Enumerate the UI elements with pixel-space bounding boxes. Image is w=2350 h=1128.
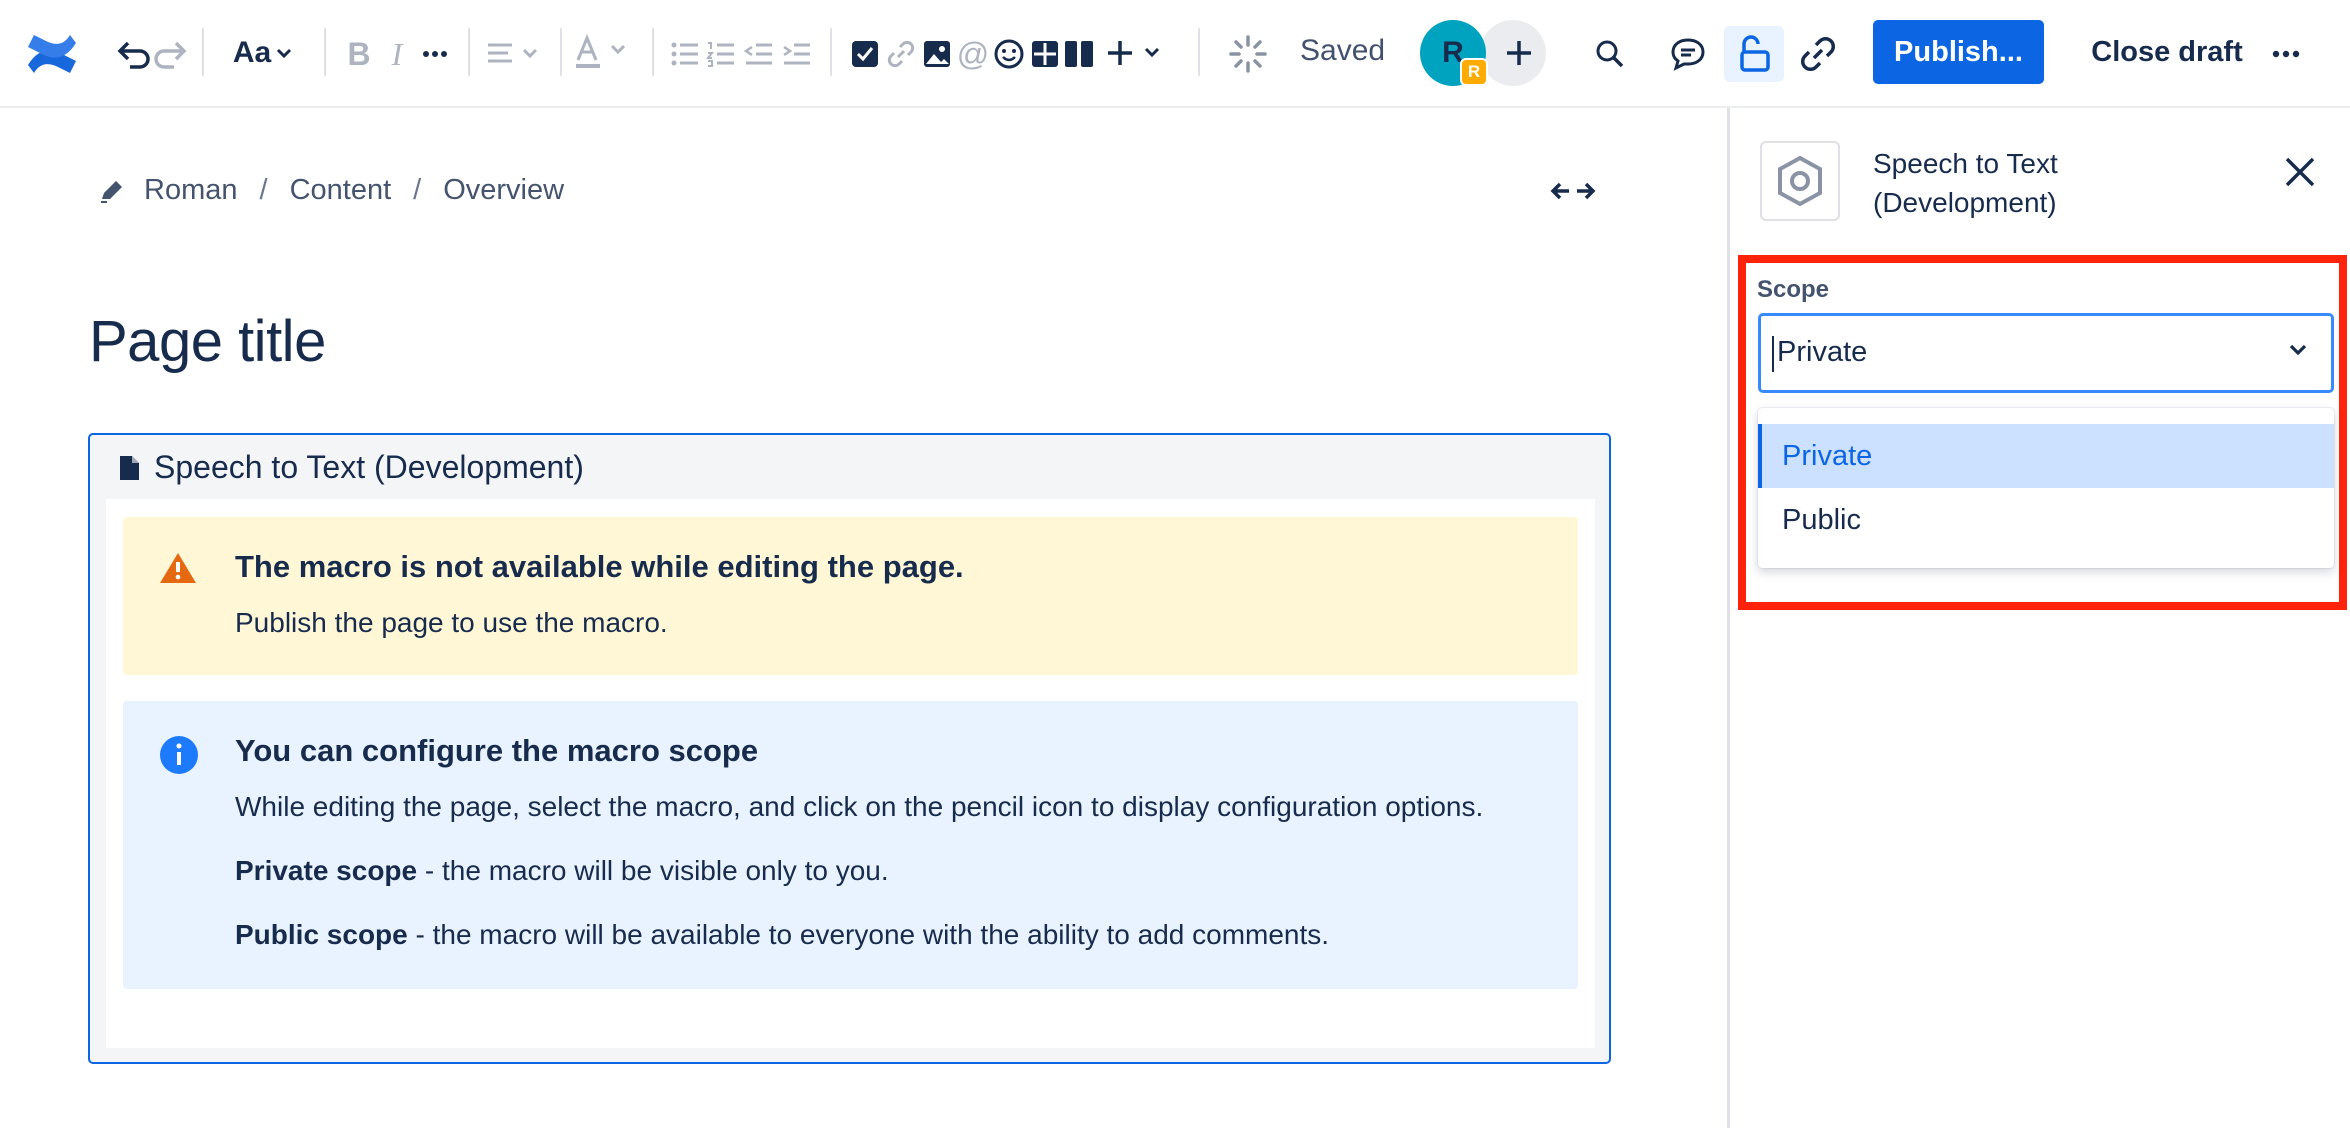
layouts-icon[interactable] (1062, 34, 1096, 74)
text-style-dropdown[interactable]: Aa (228, 30, 298, 76)
numbered-list-icon[interactable] (704, 34, 738, 74)
chevron-down-icon (277, 48, 292, 59)
action-item-icon[interactable] (848, 34, 882, 74)
more-icon[interactable] (2266, 34, 2306, 74)
bullet-list-icon[interactable] (668, 34, 702, 74)
macro-body: The macro is not available while editing… (106, 499, 1595, 1048)
breadcrumb-item[interactable]: Overview (443, 174, 564, 207)
scope-options-menu: Private Public (1758, 408, 2334, 568)
info-panel: You can configure the macro scope While … (123, 701, 1578, 989)
breadcrumb: Roman / Content / Overview (98, 174, 564, 207)
chevron-down-icon (2289, 344, 2307, 356)
invite-button[interactable] (1480, 20, 1546, 86)
redo-icon[interactable] (150, 34, 190, 74)
close-icon[interactable] (2278, 150, 2322, 194)
link-icon[interactable] (884, 34, 918, 74)
warning-text: Publish the page to use the macro. (235, 607, 668, 638)
panel-title: Speech to Text (Development) (1873, 148, 2058, 218)
warning-icon (160, 553, 196, 583)
public-scope-text: Public scope - the macro will be availab… (235, 919, 1330, 950)
alignment-dropdown[interactable] (484, 34, 542, 74)
page-title[interactable]: Page title (89, 308, 326, 375)
saved-status: Saved (1300, 34, 1386, 67)
breadcrumb-item[interactable]: Content (290, 174, 392, 207)
info-title: You can configure the macro scope (235, 733, 759, 768)
editor-toolbar: Aa B I @ Saved R R Publish... Close draf… (0, 0, 2350, 108)
private-scope-text: Private scope - the macro will be visibl… (235, 855, 889, 886)
table-icon[interactable] (1028, 34, 1062, 74)
text-style-label: Aa (232, 36, 272, 69)
restrictions-button[interactable] (1724, 26, 1784, 82)
scope-label: Scope (1757, 276, 1830, 303)
pencil-icon (101, 180, 122, 203)
insert-dropdown[interactable] (1104, 30, 1168, 76)
image-icon[interactable] (920, 34, 954, 74)
scope-select[interactable]: Private (1758, 313, 2334, 393)
macro-title: Speech to Text (Development) (154, 449, 584, 485)
info-text: While editing the page, select the macro… (235, 791, 1484, 822)
scope-option-private[interactable]: Private (1758, 424, 2334, 488)
text-caret (1772, 336, 1774, 372)
comments-icon[interactable] (1666, 32, 1710, 76)
confluence-logo-icon[interactable] (22, 28, 82, 80)
emoji-icon[interactable] (992, 34, 1026, 74)
app-hexagon-icon (1760, 141, 1840, 221)
avatar-badge: R (1460, 58, 1488, 86)
info-icon (160, 736, 198, 774)
mention-icon[interactable]: @ (956, 34, 990, 74)
text-color-dropdown[interactable] (572, 30, 632, 74)
warning-title: The macro is not available while editing… (235, 549, 964, 584)
scope-option-public[interactable]: Public (1758, 488, 2334, 552)
plus-icon (1507, 41, 1531, 65)
full-width-toggle-icon[interactable] (1550, 176, 1596, 206)
scope-select-value: Private (1777, 336, 1868, 368)
bold-icon[interactable]: B (342, 34, 376, 74)
warning-panel: The macro is not available while editing… (123, 517, 1578, 675)
italic-icon[interactable]: I (380, 34, 414, 74)
macro-header: Speech to Text (Development) (118, 449, 584, 486)
macro-container[interactable]: Speech to Text (Development) The macro i… (88, 433, 1611, 1064)
close-draft-button[interactable]: Close draft (2062, 20, 2272, 84)
more-formatting-icon[interactable] (418, 34, 452, 74)
unlock-icon (1740, 35, 1770, 72)
undo-icon[interactable] (114, 34, 154, 74)
saving-spinner-icon (1226, 32, 1270, 76)
copy-link-icon[interactable] (1796, 32, 1840, 76)
document-icon (120, 455, 139, 480)
publish-button[interactable]: Publish... (1873, 20, 2044, 84)
search-icon[interactable] (1590, 34, 1630, 74)
breadcrumb-item[interactable]: Roman (144, 174, 238, 207)
outdent-icon[interactable] (742, 34, 776, 74)
indent-icon[interactable] (780, 34, 814, 74)
